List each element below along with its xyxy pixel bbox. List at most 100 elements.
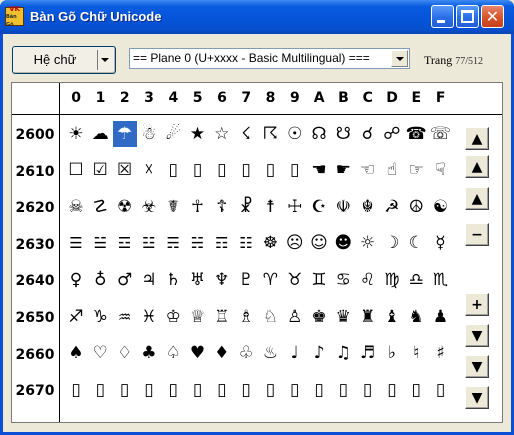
glyph-cell-2618[interactable]: ▯ bbox=[258, 158, 282, 184]
glyph-cell-260A[interactable]: ☊ bbox=[307, 121, 331, 147]
page-down-button[interactable]: ▼ bbox=[465, 386, 489, 409]
glyph-cell-262A[interactable]: ☪ bbox=[307, 194, 331, 220]
glyph-cell-264F[interactable]: ♏ bbox=[429, 267, 453, 293]
glyph-cell-2610[interactable]: ☐ bbox=[64, 158, 88, 184]
glyph-cell-263F[interactable]: ☿ bbox=[429, 231, 453, 257]
glyph-cell-2623[interactable]: ☣ bbox=[137, 194, 161, 220]
glyph-cell-2663[interactable]: ♣ bbox=[137, 341, 161, 367]
zoom-out-button[interactable]: − bbox=[465, 223, 489, 246]
glyph-cell-2662[interactable]: ♢ bbox=[113, 341, 137, 367]
glyph-cell-2631[interactable]: ☱ bbox=[88, 231, 112, 257]
glyph-cell-2668[interactable]: ♨ bbox=[258, 341, 282, 367]
font-family-button[interactable]: Hệ chữ bbox=[12, 46, 116, 74]
glyph-cell-2666[interactable]: ♦ bbox=[210, 341, 234, 367]
glyph-cell-2637[interactable]: ☷ bbox=[234, 231, 258, 257]
glyph-cell-2655[interactable]: ♕ bbox=[186, 304, 210, 330]
glyph-cell-260D[interactable]: ☍ bbox=[380, 121, 404, 147]
glyph-cell-2676[interactable]: ▯ bbox=[210, 377, 234, 403]
glyph-cell-265B[interactable]: ♛ bbox=[331, 304, 355, 330]
glyph-cell-264B[interactable]: ♋ bbox=[331, 267, 355, 293]
glyph-cell-266D[interactable]: ♭ bbox=[380, 341, 404, 367]
glyph-cell-2661[interactable]: ♡ bbox=[88, 341, 112, 367]
glyph-cell-261D[interactable]: ☝ bbox=[380, 158, 404, 184]
glyph-cell-2622[interactable]: ☢ bbox=[113, 194, 137, 220]
glyph-cell-262F[interactable]: ☯ bbox=[429, 194, 453, 220]
row-down-button[interactable]: ▼ bbox=[465, 355, 489, 378]
glyph-cell-2613[interactable]: ☓ bbox=[137, 158, 161, 184]
glyph-cell-2641[interactable]: ♁ bbox=[88, 267, 112, 293]
glyph-cell-2673[interactable]: ▯ bbox=[137, 377, 161, 403]
glyph-cell-2619[interactable]: ▯ bbox=[283, 158, 307, 184]
glyph-cell-261A[interactable]: ☚ bbox=[307, 158, 331, 184]
glyph-cell-2665[interactable]: ♥ bbox=[186, 341, 210, 367]
line-up-button[interactable]: ▲ bbox=[465, 187, 489, 210]
glyph-cell-2645[interactable]: ♅ bbox=[186, 267, 210, 293]
glyph-cell-2626[interactable]: ☦ bbox=[210, 194, 234, 220]
glyph-cell-2667[interactable]: ♧ bbox=[234, 341, 258, 367]
glyph-cell-263B[interactable]: ☻ bbox=[331, 231, 355, 257]
glyph-cell-2620[interactable]: ☠ bbox=[64, 194, 88, 220]
glyph-cell-264E[interactable]: ♎ bbox=[404, 267, 428, 293]
glyph-cell-2617[interactable]: ▯ bbox=[234, 158, 258, 184]
glyph-cell-2634[interactable]: ☴ bbox=[161, 231, 185, 257]
glyph-cell-2625[interactable]: ☥ bbox=[186, 194, 210, 220]
glyph-cell-2640[interactable]: ♀ bbox=[64, 267, 88, 293]
glyph-cell-2614[interactable]: ▯ bbox=[161, 158, 185, 184]
glyph-cell-265A[interactable]: ♚ bbox=[307, 304, 331, 330]
glyph-cell-265D[interactable]: ♝ bbox=[380, 304, 404, 330]
line-down-button[interactable]: ▼ bbox=[465, 324, 489, 347]
glyph-cell-2644[interactable]: ♄ bbox=[161, 267, 185, 293]
glyph-cell-2664[interactable]: ♤ bbox=[161, 341, 185, 367]
glyph-cell-2672[interactable]: ▯ bbox=[113, 377, 137, 403]
glyph-cell-2639[interactable]: ☹ bbox=[283, 231, 307, 257]
glyph-cell-2651[interactable]: ♑ bbox=[88, 304, 112, 330]
glyph-cell-2607[interactable]: ☇ bbox=[234, 121, 258, 147]
app-icon[interactable]: VK Bàn Gõ bbox=[5, 5, 24, 28]
glyph-cell-2606[interactable]: ☆ bbox=[210, 121, 234, 147]
glyph-cell-2636[interactable]: ☶ bbox=[210, 231, 234, 257]
glyph-cell-2615[interactable]: ▯ bbox=[186, 158, 210, 184]
glyph-cell-263A[interactable]: ☺ bbox=[307, 231, 331, 257]
glyph-cell-262C[interactable]: ☬ bbox=[356, 194, 380, 220]
glyph-cell-2611[interactable]: ☑ bbox=[88, 158, 112, 184]
glyph-cell-266E[interactable]: ♮ bbox=[404, 341, 428, 367]
glyph-cell-2649[interactable]: ♉ bbox=[283, 267, 307, 293]
glyph-cell-266A[interactable]: ♪ bbox=[307, 341, 331, 367]
glyph-cell-2638[interactable]: ☸ bbox=[258, 231, 282, 257]
glyph-cell-2629[interactable]: ☩ bbox=[283, 194, 307, 220]
glyph-cell-2633[interactable]: ☳ bbox=[137, 231, 161, 257]
close-button[interactable]: ✕ bbox=[481, 5, 504, 28]
glyph-cell-2669[interactable]: ♩ bbox=[283, 341, 307, 367]
glyph-cell-267D[interactable]: ▯ bbox=[380, 377, 404, 403]
glyph-cell-2603[interactable]: ☃ bbox=[137, 121, 161, 147]
glyph-cell-2616[interactable]: ▯ bbox=[210, 158, 234, 184]
glyph-cell-260F[interactable]: ☏ bbox=[429, 121, 453, 147]
glyph-cell-266F[interactable]: ♯ bbox=[429, 341, 453, 367]
glyph-cell-266C[interactable]: ♬ bbox=[356, 341, 380, 367]
glyph-cell-265C[interactable]: ♜ bbox=[356, 304, 380, 330]
glyph-cell-2678[interactable]: ▯ bbox=[258, 377, 282, 403]
glyph-cell-261F[interactable]: ☟ bbox=[429, 158, 453, 184]
glyph-cell-2648[interactable]: ♈ bbox=[258, 267, 282, 293]
glyph-cell-267C[interactable]: ▯ bbox=[356, 377, 380, 403]
glyph-cell-2670[interactable]: ▯ bbox=[64, 377, 88, 403]
glyph-cell-2642[interactable]: ♂ bbox=[113, 267, 137, 293]
glyph-cell-2632[interactable]: ☲ bbox=[113, 231, 137, 257]
glyph-cell-267E[interactable]: ▯ bbox=[404, 377, 428, 403]
glyph-cell-2679[interactable]: ▯ bbox=[283, 377, 307, 403]
row-up-button[interactable]: ▲ bbox=[465, 155, 489, 178]
glyph-cell-262B[interactable]: ☫ bbox=[331, 194, 355, 220]
glyph-cell-2656[interactable]: ♖ bbox=[210, 304, 234, 330]
glyph-cell-2628[interactable]: ☨ bbox=[258, 194, 282, 220]
glyph-cell-2600[interactable]: ☀ bbox=[64, 121, 88, 147]
glyph-cell-263E[interactable]: ☾ bbox=[404, 231, 428, 257]
chevron-down-icon[interactable] bbox=[101, 58, 109, 62]
glyph-cell-2624[interactable]: ☤ bbox=[161, 194, 185, 220]
glyph-cell-2608[interactable]: ☈ bbox=[258, 121, 282, 147]
glyph-cell-2652[interactable]: ♒ bbox=[113, 304, 137, 330]
glyph-cell-267A[interactable]: ▯ bbox=[307, 377, 331, 403]
glyph-cell-2677[interactable]: ▯ bbox=[234, 377, 258, 403]
glyph-cell-260B[interactable]: ☋ bbox=[331, 121, 355, 147]
glyph-cell-2602[interactable]: ☂ bbox=[112, 121, 137, 147]
glyph-cell-261B[interactable]: ☛ bbox=[331, 158, 355, 184]
